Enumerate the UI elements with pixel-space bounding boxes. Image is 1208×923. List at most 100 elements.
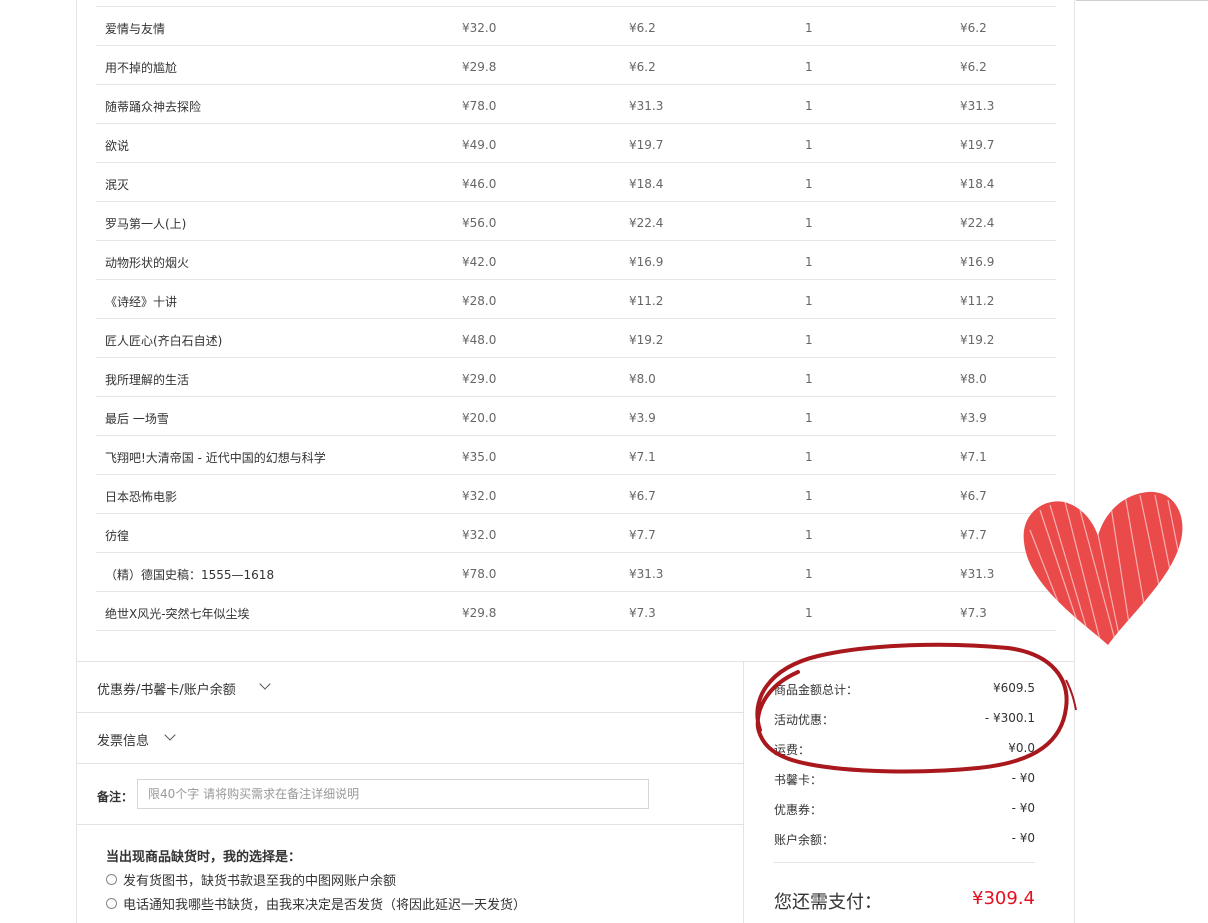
item-discount-price: ¥31.3 (629, 99, 664, 113)
top-border-line (1076, 0, 1208, 1)
item-subtotal: ¥6.2 (960, 60, 987, 74)
item-quantity: 1 (805, 567, 813, 581)
out-of-stock-title: 当出现商品缺货时，我的选择是： (106, 850, 302, 865)
item-discount-price: ¥7.7 (629, 528, 656, 542)
coupon-value: - ¥0 (1011, 801, 1035, 815)
item-discount-price: ¥6.2 (629, 60, 656, 74)
item-quantity: 1 (805, 21, 813, 35)
invoice-section-label: 发票信息 (97, 734, 150, 749)
table-row: 爱情与友情 ¥32.0 ¥6.2 1 ¥6.2 (96, 6, 1056, 45)
item-price: ¥46.0 (462, 177, 497, 191)
remark-input[interactable] (137, 779, 649, 809)
item-subtotal: ¥6.7 (960, 489, 987, 503)
balance-row: 账户余额： - ¥0 (774, 831, 1035, 848)
item-subtotal: ¥8.0 (960, 372, 987, 386)
item-title[interactable]: 爱情与友情 (105, 22, 165, 36)
item-discount-price: ¥11.2 (629, 294, 664, 308)
item-price: ¥20.0 (462, 411, 497, 425)
goods-total-label: 商品金额总计： (774, 683, 859, 697)
item-title[interactable]: 最后 一场雪 (105, 412, 169, 426)
chevron-down-icon (259, 678, 271, 690)
coupon-section-label: 优惠券/书馨卡/账户余额 (97, 683, 236, 698)
remark-label: 备注： (97, 790, 134, 804)
coupon-row: 优惠券： - ¥0 (774, 801, 1035, 818)
item-subtotal: ¥31.3 (960, 567, 995, 581)
item-title[interactable]: 罗马第一人(上) (105, 217, 186, 231)
invoice-section-toggle[interactable]: 发票信息 (77, 713, 743, 764)
shipping-value: ¥0.0 (1008, 741, 1035, 755)
item-title[interactable]: 日本恐怖电影 (105, 490, 177, 504)
promo-label: 活动优惠： (774, 713, 835, 727)
item-discount-price: ¥18.4 (629, 177, 664, 191)
table-row: 我所理解的生活 ¥29.0 ¥8.0 1 ¥8.0 (96, 357, 1056, 396)
item-subtotal: ¥22.4 (960, 216, 995, 230)
promo-value: - ¥300.1 (984, 711, 1035, 725)
item-quantity: 1 (805, 255, 813, 269)
item-price: ¥78.0 (462, 99, 497, 113)
item-discount-price: ¥31.3 (629, 567, 664, 581)
option-label: 电话通知我哪些书缺货，由我来决定是否发货（将因此延迟一天发货） (123, 898, 527, 913)
item-price: ¥28.0 (462, 294, 497, 308)
item-subtotal: ¥7.1 (960, 450, 987, 464)
item-price: ¥49.0 (462, 138, 497, 152)
table-row: 《诗经》十讲 ¥28.0 ¥11.2 1 ¥11.2 (96, 279, 1056, 318)
item-price: ¥48.0 (462, 333, 497, 347)
item-title[interactable]: （精）德国史稿：1555—1618 (105, 568, 274, 582)
item-quantity: 1 (805, 60, 813, 74)
item-title[interactable]: 随蒂踊众神去探险 (105, 100, 201, 114)
item-discount-price: ¥22.4 (629, 216, 664, 230)
table-row: 随蒂踊众神去探险 ¥78.0 ¥31.3 1 ¥31.3 (96, 84, 1056, 123)
item-price: ¥35.0 (462, 450, 497, 464)
table-row: 彷徨 ¥32.0 ¥7.7 1 ¥7.7 (96, 513, 1056, 552)
order-items-table: 爱情与友情 ¥32.0 ¥6.2 1 ¥6.2 用不掉的尴尬 ¥29.8 ¥6.2 1 ¥6.2 随… (96, 6, 1056, 631)
item-quantity: 1 (805, 372, 813, 386)
item-price: ¥29.0 (462, 372, 497, 386)
item-title[interactable]: 《诗经》十讲 (105, 295, 177, 309)
item-title[interactable]: 动物形状的烟火 (105, 256, 189, 270)
order-summary: 商品金额总计： ¥609.5 活动优惠： - ¥300.1 运费： ¥0.0 书… (744, 662, 1074, 923)
amount-due-label: 您还需支付： (774, 892, 882, 913)
remark-row: 备注： (77, 764, 743, 825)
table-row: 绝世X风光-突然七年似尘埃 ¥29.8 ¥7.3 1 ¥7.3 (96, 591, 1056, 631)
item-title[interactable]: 飞翔吧!大清帝国 - 近代中国的幻想与科学 (105, 451, 326, 465)
item-quantity: 1 (805, 99, 813, 113)
option-label: 发有货图书，缺货书款退至我的中图网账户余额 (123, 874, 397, 889)
item-discount-price: ¥6.7 (629, 489, 656, 503)
item-quantity: 1 (805, 138, 813, 152)
item-subtotal: ¥16.9 (960, 255, 995, 269)
balance-value: - ¥0 (1011, 831, 1035, 845)
item-price: ¥32.0 (462, 489, 497, 503)
item-subtotal: ¥18.4 (960, 177, 995, 191)
order-options: 优惠券/书馨卡/账户余额 发票信息 备注： 当出现商品缺货时，我的选择是： 发有… (77, 662, 743, 923)
table-row: 用不掉的尴尬 ¥29.8 ¥6.2 1 ¥6.2 (96, 45, 1056, 84)
item-discount-price: ¥8.0 (629, 372, 656, 386)
goods-total-row: 商品金额总计： ¥609.5 (774, 681, 1035, 698)
radio-button[interactable] (106, 898, 117, 909)
table-row: 罗马第一人(上) ¥56.0 ¥22.4 1 ¥22.4 (96, 201, 1056, 240)
item-quantity: 1 (805, 528, 813, 542)
item-discount-price: ¥7.1 (629, 450, 656, 464)
coupon-section-toggle[interactable]: 优惠券/书馨卡/账户余额 (77, 662, 743, 713)
shipping-row: 运费： ¥0.0 (774, 741, 1035, 758)
item-subtotal: ¥3.9 (960, 411, 987, 425)
item-price: ¥32.0 (462, 21, 497, 35)
item-title[interactable]: 匠人匠心(齐白石自述) (105, 334, 222, 348)
item-quantity: 1 (805, 294, 813, 308)
item-quantity: 1 (805, 216, 813, 230)
table-row: 最后 一场雪 ¥20.0 ¥3.9 1 ¥3.9 (96, 396, 1056, 435)
radio-button[interactable] (106, 874, 117, 885)
item-price: ¥29.8 (462, 606, 497, 620)
item-title[interactable]: 绝世X风光-突然七年似尘埃 (105, 607, 250, 621)
item-title[interactable]: 欲说 (105, 139, 129, 153)
item-subtotal: ¥7.7 (960, 528, 987, 542)
item-title[interactable]: 我所理解的生活 (105, 373, 189, 387)
item-discount-price: ¥19.7 (629, 138, 664, 152)
item-discount-price: ¥7.3 (629, 606, 656, 620)
item-title[interactable]: 用不掉的尴尬 (105, 61, 177, 75)
item-title[interactable]: 彷徨 (105, 529, 129, 543)
out-of-stock-option-refund[interactable]: 发有货图书，缺货书款退至我的中图网账户余额 (106, 870, 396, 889)
item-subtotal: ¥6.2 (960, 21, 987, 35)
shipping-label: 运费： (774, 743, 811, 757)
item-title[interactable]: 泯灭 (105, 178, 129, 192)
out-of-stock-option-phone[interactable]: 电话通知我哪些书缺货，由我来决定是否发货（将因此延迟一天发货） (106, 894, 526, 913)
